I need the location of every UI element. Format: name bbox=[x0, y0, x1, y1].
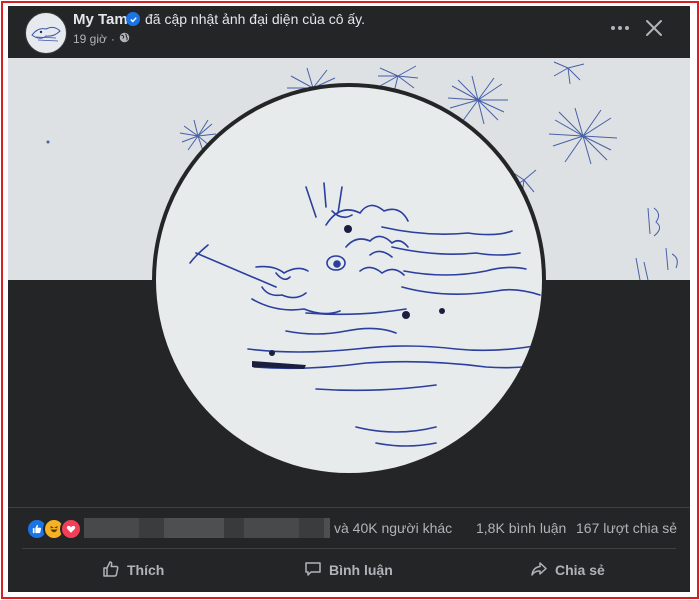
divider bbox=[22, 548, 676, 549]
reaction-icons[interactable] bbox=[26, 518, 82, 540]
comment-icon bbox=[304, 560, 322, 581]
reaction-count[interactable]: và 40K người khác bbox=[334, 520, 452, 536]
post-action-text: đã cập nhật ảnh đại diện của cô ấy. bbox=[145, 11, 366, 27]
globe-icon[interactable] bbox=[119, 32, 130, 46]
profile-picture[interactable] bbox=[152, 83, 546, 477]
author-name[interactable]: My Tam bbox=[73, 11, 128, 28]
more-options-icon[interactable] bbox=[606, 16, 634, 40]
thumbs-up-icon bbox=[102, 560, 120, 581]
share-button[interactable]: Chia sẻ bbox=[530, 555, 605, 585]
blurred-reactor-names bbox=[84, 518, 330, 538]
like-label: Thích bbox=[127, 562, 165, 578]
share-icon bbox=[530, 560, 548, 581]
comment-count[interactable]: 1,8K bình luận bbox=[476, 520, 566, 536]
like-button[interactable]: Thích bbox=[102, 555, 164, 585]
share-count[interactable]: 167 lượt chia sẻ bbox=[576, 520, 677, 536]
separator-dot: · bbox=[110, 32, 115, 46]
post-time[interactable]: 19 giờ bbox=[73, 32, 107, 46]
comment-button[interactable]: Bình luận bbox=[304, 555, 393, 585]
verified-badge-icon bbox=[126, 12, 140, 26]
share-label: Chia sẻ bbox=[555, 562, 605, 578]
love-reaction-icon bbox=[60, 518, 82, 540]
avatar[interactable] bbox=[25, 12, 67, 54]
post-meta: 19 giờ · bbox=[73, 32, 130, 46]
divider bbox=[8, 507, 690, 508]
photo-post: My Tam đã cập nhật ảnh đại diện của cô ấ… bbox=[8, 6, 690, 592]
close-icon[interactable] bbox=[640, 14, 668, 42]
comment-label: Bình luận bbox=[329, 562, 393, 578]
